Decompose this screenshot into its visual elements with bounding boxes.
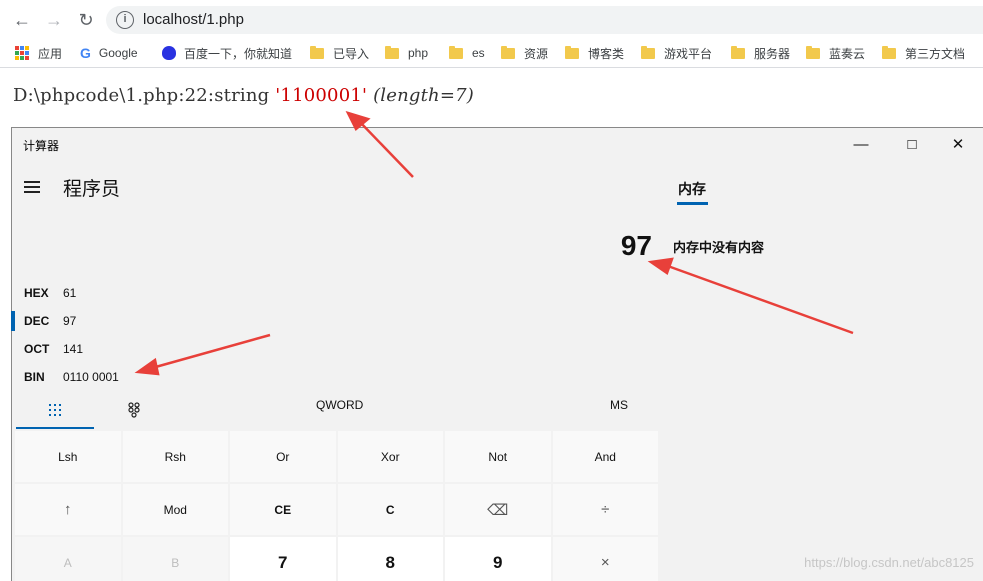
radix-label: BIN [24,370,45,384]
window-title: 计算器 [23,139,60,153]
bookmark-label: 应用 [38,46,63,61]
folder-icon [385,45,399,59]
key-button[interactable]: Lsh [15,431,121,482]
key-button[interactable]: 7 [230,537,336,581]
bookmark-folder-thirdparty-docs[interactable]: 第三方文档 [882,44,965,62]
browser-toolbar: ← → ↻ i localhost/1.php [0,0,983,38]
bookmark-folder-php[interactable]: php [385,44,428,62]
baidu-paw-icon [162,46,176,60]
key-button[interactable]: × [552,537,658,581]
word-size-button[interactable]: QWORD [316,398,363,412]
info-icon[interactable]: i [116,11,134,29]
key-button[interactable]: A [15,537,121,581]
keypad-icon[interactable] [48,403,62,417]
radix-value: 141 [63,342,84,356]
folder-icon [565,45,579,59]
key-button[interactable]: C [337,484,443,535]
memory-empty-message: 内存中没有内容 [673,240,765,255]
folder-icon [641,45,655,59]
address-bar[interactable]: i localhost/1.php [106,6,983,34]
reload-icon[interactable]: ↻ [75,9,97,31]
folder-icon [501,45,515,59]
bookmark-label: 已导入 [333,46,370,61]
watermark: https://blog.csdn.net/abc8125 [804,555,974,570]
radix-selected-indicator [11,311,15,331]
bookmark-folder-servers[interactable]: 服务器 [731,44,790,62]
bookmark-label: 资源 [524,46,549,61]
radix-value: 0110 0001 [63,370,119,384]
tab-memory[interactable]: 内存 [678,179,706,199]
radix-dec[interactable]: DEC 97 [11,311,212,331]
hamburger-menu-icon[interactable] [24,181,40,193]
php-var-dump-output: D:\phpcode\1.php:22:string '1100001' (le… [13,85,474,106]
key-button[interactable]: Rsh [122,431,228,482]
bookmark-folder-lanzou[interactable]: 蓝奏云 [806,44,865,62]
bookmark-label: 博客类 [588,46,625,61]
key-button[interactable]: ÷ [552,484,658,535]
radix-value: 97 [63,314,77,328]
memory-store-button[interactable]: MS [610,398,628,412]
bookmark-folder-blogs[interactable]: 博客类 [565,44,624,62]
bookmark-label: 蓝奏云 [829,46,866,61]
bookmark-label: es [472,46,485,60]
php-output-prefix: D:\phpcode\1.php:22:string [13,85,270,106]
bookmark-label: 第三方文档 [905,46,966,61]
key-button[interactable]: 8 [337,537,443,581]
radix-bin[interactable]: BIN 0110 0001 [12,367,212,387]
folder-icon [310,45,324,59]
bookmark-folder-games[interactable]: 游戏平台 [641,44,712,62]
radix-label: DEC [24,314,50,328]
radix-hex[interactable]: HEX 61 [12,283,212,303]
google-icon: G [80,45,91,61]
bookmarks-bar: 应用 G Google 百度一下，你就知道 已导入 php es 资源 博客类 … [0,38,983,68]
folder-icon [806,45,820,59]
key-button[interactable]: Or [230,431,336,482]
apps-grid-icon [15,46,29,60]
radix-oct[interactable]: OCT 141 [12,339,212,359]
key-button[interactable]: B [122,537,228,581]
bookmark-apps[interactable]: 应用 [15,44,62,62]
key-button[interactable]: ↑ [15,484,121,535]
key-button[interactable]: Xor [337,431,443,482]
php-string-value: '1100001' [275,85,368,106]
bookmark-label: 游戏平台 [664,46,713,61]
folder-icon [882,45,896,59]
bookmark-label: php [408,46,429,60]
bookmark-google[interactable]: G Google [80,44,138,62]
key-button[interactable]: And [552,431,658,482]
key-button[interactable]: CE [230,484,336,535]
key-button[interactable]: ⌫ [445,484,551,535]
result-display: 97 [620,230,652,261]
key-button[interactable]: Mod [122,484,228,535]
key-button[interactable]: 9 [445,537,551,581]
bookmark-folder-imported[interactable]: 已导入 [310,44,369,62]
forward-arrow-icon[interactable]: → [43,9,65,31]
bookmark-folder-es[interactable]: es [449,44,485,62]
folder-icon [731,45,745,59]
bookmark-label: 服务器 [754,46,791,61]
close-icon[interactable]: ✕ [935,133,981,157]
maximize-icon[interactable]: □ [889,133,935,157]
bit-toggle-icon[interactable] [127,402,141,418]
radix-label: HEX [24,286,49,300]
folder-icon [449,45,463,59]
bookmark-folder-resources[interactable]: 资源 [501,44,548,62]
mode-title: 程序员 [63,179,121,200]
radix-value: 61 [63,286,77,300]
bookmark-label: Google [98,46,138,60]
bookmark-label: 百度一下，你就知道 [184,46,293,61]
radix-label: OCT [24,342,50,356]
url-text[interactable]: localhost/1.php [143,11,244,28]
key-button[interactable]: Not [445,431,551,482]
calculator-window: 计算器 — □ ✕ 程序员 内存 97 内存中没有内容 HEX 61 DEC 9… [11,127,983,581]
php-string-length: (length=7) [373,85,475,106]
keypad: Lsh Rsh Or Xor Not And ↑ Mod CE C ⌫ ÷ A B 7 8 9 × [15,431,658,581]
bookmark-baidu[interactable]: 百度一下，你就知道 [162,44,292,62]
back-arrow-icon[interactable]: ← [11,9,33,31]
tab-memory-indicator [677,202,708,205]
keypad-tab-indicator [16,427,94,429]
minimize-icon[interactable]: — [838,133,884,157]
